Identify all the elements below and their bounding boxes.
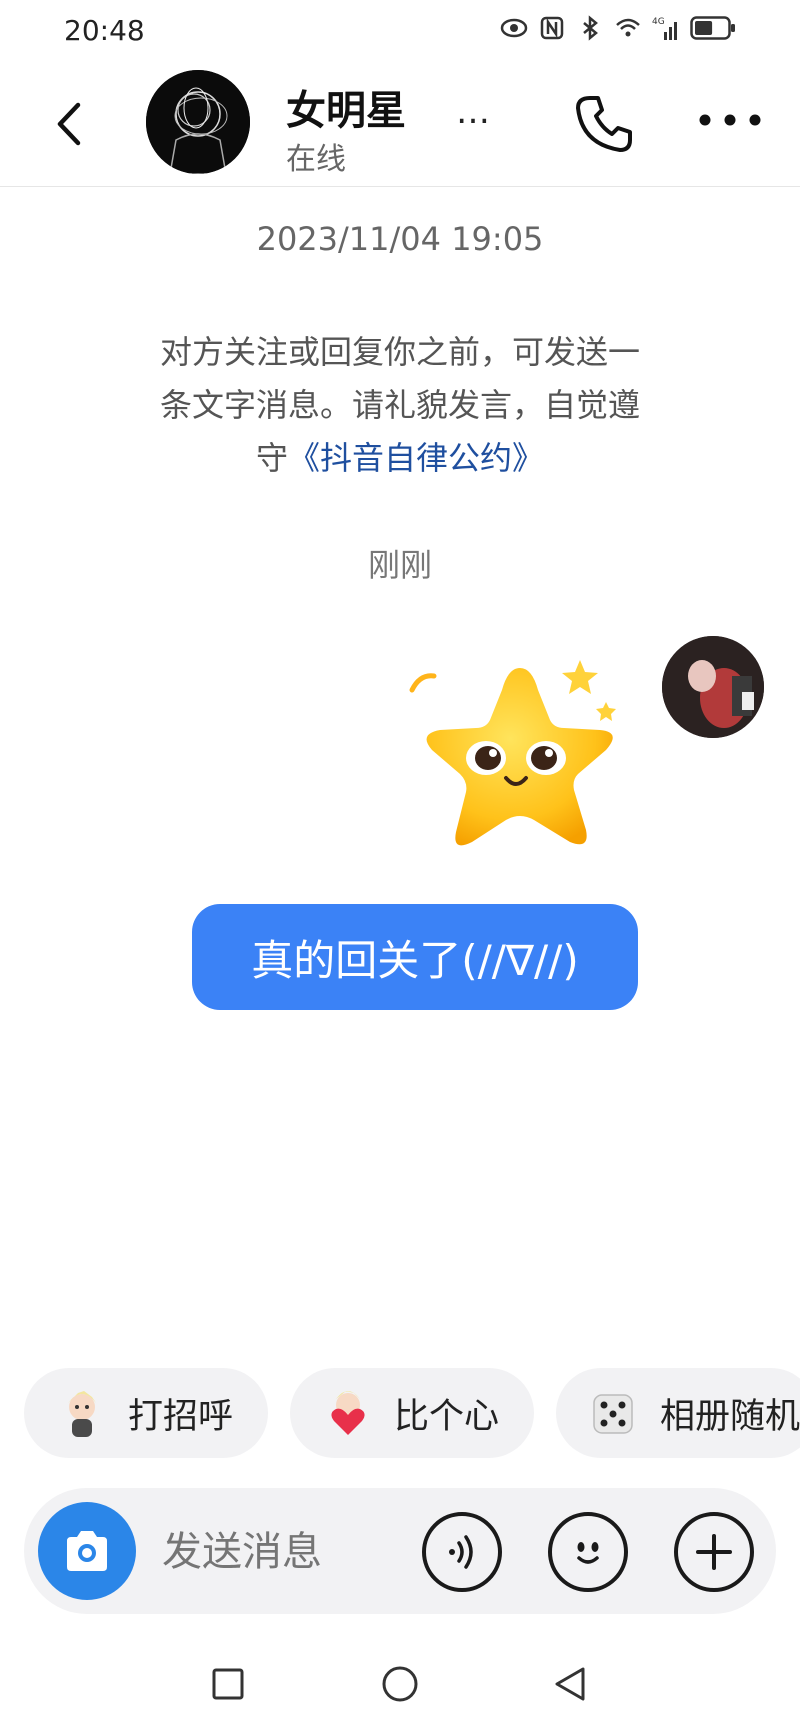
- message-time: 刚刚: [367, 546, 432, 584]
- emoji-button[interactable]: [548, 1512, 628, 1592]
- plus-button[interactable]: [674, 1512, 754, 1592]
- battery-icon: [690, 16, 735, 40]
- name-more-icon[interactable]: …: [456, 92, 494, 132]
- online-status: 在线: [286, 142, 346, 177]
- circle-icon: [382, 1666, 418, 1702]
- message-bubble[interactable]: 真的回关了(//∇//): [192, 904, 638, 1010]
- bluetooth-icon: [583, 15, 598, 41]
- phone-icon: [576, 96, 632, 152]
- square-icon: [212, 1668, 244, 1700]
- signal-icon: 4G: [652, 17, 677, 40]
- dice-icon: [586, 1385, 642, 1441]
- quick-reply-greet[interactable]: 打招呼: [24, 1368, 268, 1458]
- user-photo-icon: [662, 636, 764, 738]
- more-button[interactable]: [680, 90, 780, 150]
- contact-avatar[interactable]: [146, 70, 250, 174]
- status-time: 20:48: [64, 14, 145, 47]
- camera-icon: [67, 1531, 107, 1571]
- cartoon-heart-icon: [320, 1385, 376, 1441]
- status-icons: 4G: [500, 14, 736, 42]
- cartoon-wave-icon: [54, 1385, 110, 1441]
- nav-back-button[interactable]: [542, 1656, 598, 1712]
- quick-reply-album[interactable]: 相册随机: [556, 1368, 800, 1458]
- quick-reply-label: 相册随机: [660, 1396, 800, 1437]
- eye-icon: [500, 18, 528, 38]
- back-button[interactable]: [40, 94, 100, 154]
- camera-button[interactable]: [38, 1502, 136, 1600]
- wifi-icon: [616, 18, 640, 37]
- nfc-icon: [540, 16, 564, 40]
- voice-button[interactable]: [422, 1512, 502, 1592]
- message-input-bar: [24, 1488, 776, 1614]
- chat-timestamp: 2023/11/04 19:05: [256, 220, 544, 258]
- message-input[interactable]: [160, 1528, 404, 1576]
- quick-reply-label: 打招呼: [128, 1396, 234, 1437]
- svg-text:4G: 4G: [652, 17, 665, 27]
- contact-name[interactable]: 女明星: [286, 78, 406, 136]
- smile-face-icon: [577, 1542, 599, 1564]
- triangle-back-icon: [555, 1667, 585, 1701]
- quick-reply-heart[interactable]: 比个心: [290, 1368, 534, 1458]
- more-dots-icon: [699, 114, 761, 126]
- scribble-portrait-icon: [146, 70, 250, 174]
- call-button[interactable]: [568, 88, 640, 160]
- smiling-star-icon: [409, 660, 616, 846]
- star-sticker[interactable]: [400, 650, 640, 870]
- plus-icon: [696, 1534, 732, 1570]
- chevron-left-icon: [57, 102, 81, 146]
- voice-icon: [449, 1535, 473, 1569]
- my-avatar[interactable]: [662, 636, 764, 738]
- chat-header: 女明星 在线 …: [0, 60, 800, 187]
- convention-link[interactable]: 《抖音自律公约》: [288, 439, 544, 477]
- recents-button[interactable]: [200, 1656, 256, 1712]
- quick-reply-label: 比个心: [394, 1396, 500, 1437]
- home-button[interactable]: [372, 1656, 428, 1712]
- system-nav-bar: [0, 1650, 800, 1720]
- system-notice: 对方关注或回复你之前，可发送一条文字消息。请礼貌发言，自觉遵守《抖音自律公约》: [150, 326, 650, 485]
